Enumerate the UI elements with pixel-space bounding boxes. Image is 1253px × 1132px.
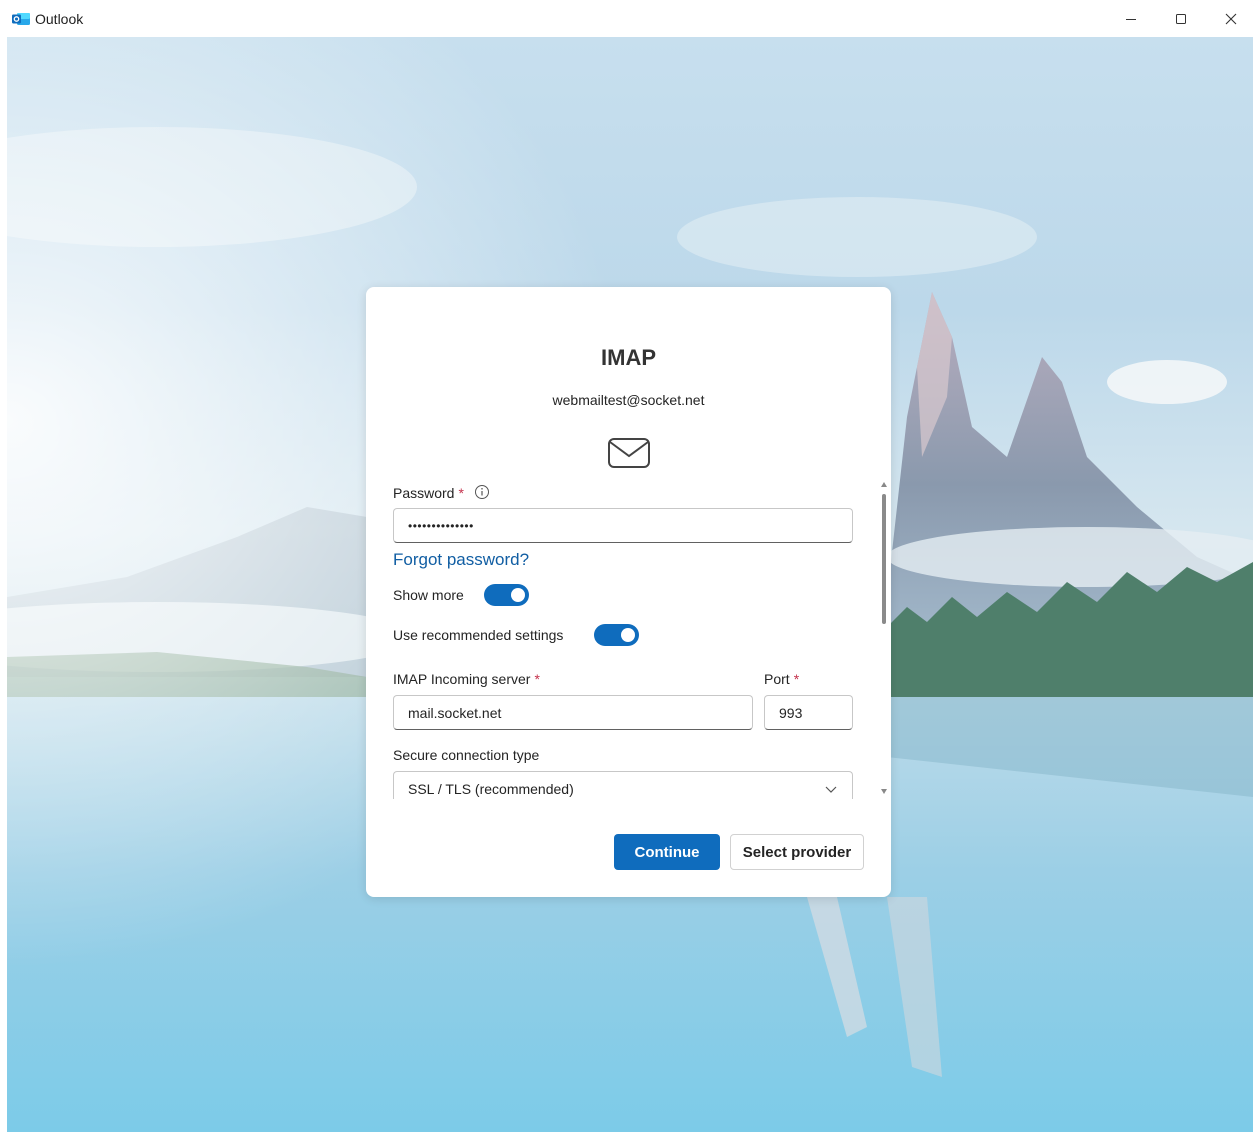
maximize-button[interactable] [1156,0,1206,37]
title-bar: Outlook [0,0,1253,37]
toggle-knob [621,628,635,642]
password-label: Password * [393,485,464,501]
close-icon [1225,13,1237,24]
port-value: 993 [779,704,803,721]
maximize-icon [1176,13,1186,24]
show-more-toggle[interactable] [484,584,529,606]
required-mark: * [458,485,464,501]
port-label: Port * [764,671,800,687]
secure-connection-label: Secure connection type [393,747,540,763]
toggle-knob [511,588,525,602]
chevron-down-icon [825,786,837,793]
window-title: Outlook [35,11,84,27]
password-value: •••••••••••••• [408,518,474,533]
continue-button[interactable]: Continue [614,834,720,870]
use-recommended-label: Use recommended settings [393,627,564,643]
port-input[interactable]: 993 [764,695,853,730]
incoming-server-label: IMAP Incoming server * [393,671,540,687]
scrollbar-thumb[interactable] [882,494,886,624]
required-mark: * [534,671,540,687]
forgot-password-link[interactable]: Forgot password? [393,550,529,570]
mail-icon [608,438,650,468]
outlook-logo-icon [12,13,30,25]
account-email: webmailtest@socket.net [552,392,705,408]
use-recommended-toggle[interactable] [594,624,639,646]
info-icon[interactable] [474,484,490,500]
incoming-server-input[interactable]: mail.socket.net [393,695,753,730]
secure-connection-value: SSL / TLS (recommended) [408,780,574,797]
minimize-button[interactable] [1106,0,1156,37]
required-mark: * [793,671,800,687]
minimize-icon [1126,18,1136,20]
secure-connection-select[interactable]: SSL / TLS (recommended) [393,771,853,799]
password-input[interactable]: •••••••••••••• [393,508,853,543]
select-provider-button[interactable]: Select provider [730,834,864,870]
imap-setup-dialog: IMAP webmailtest@socket.net Password * ••… [366,287,891,897]
settings-scroll-area[interactable]: Password * •••••••••••••• Forgot password… [366,477,891,799]
vertical-scrollbar[interactable] [879,482,889,794]
scroll-down-icon[interactable] [881,789,887,794]
scroll-up-icon[interactable] [881,482,887,487]
incoming-server-value: mail.socket.net [408,704,502,721]
dialog-title: IMAP [601,345,656,370]
close-button[interactable] [1206,0,1253,37]
show-more-label: Show more [393,587,464,603]
